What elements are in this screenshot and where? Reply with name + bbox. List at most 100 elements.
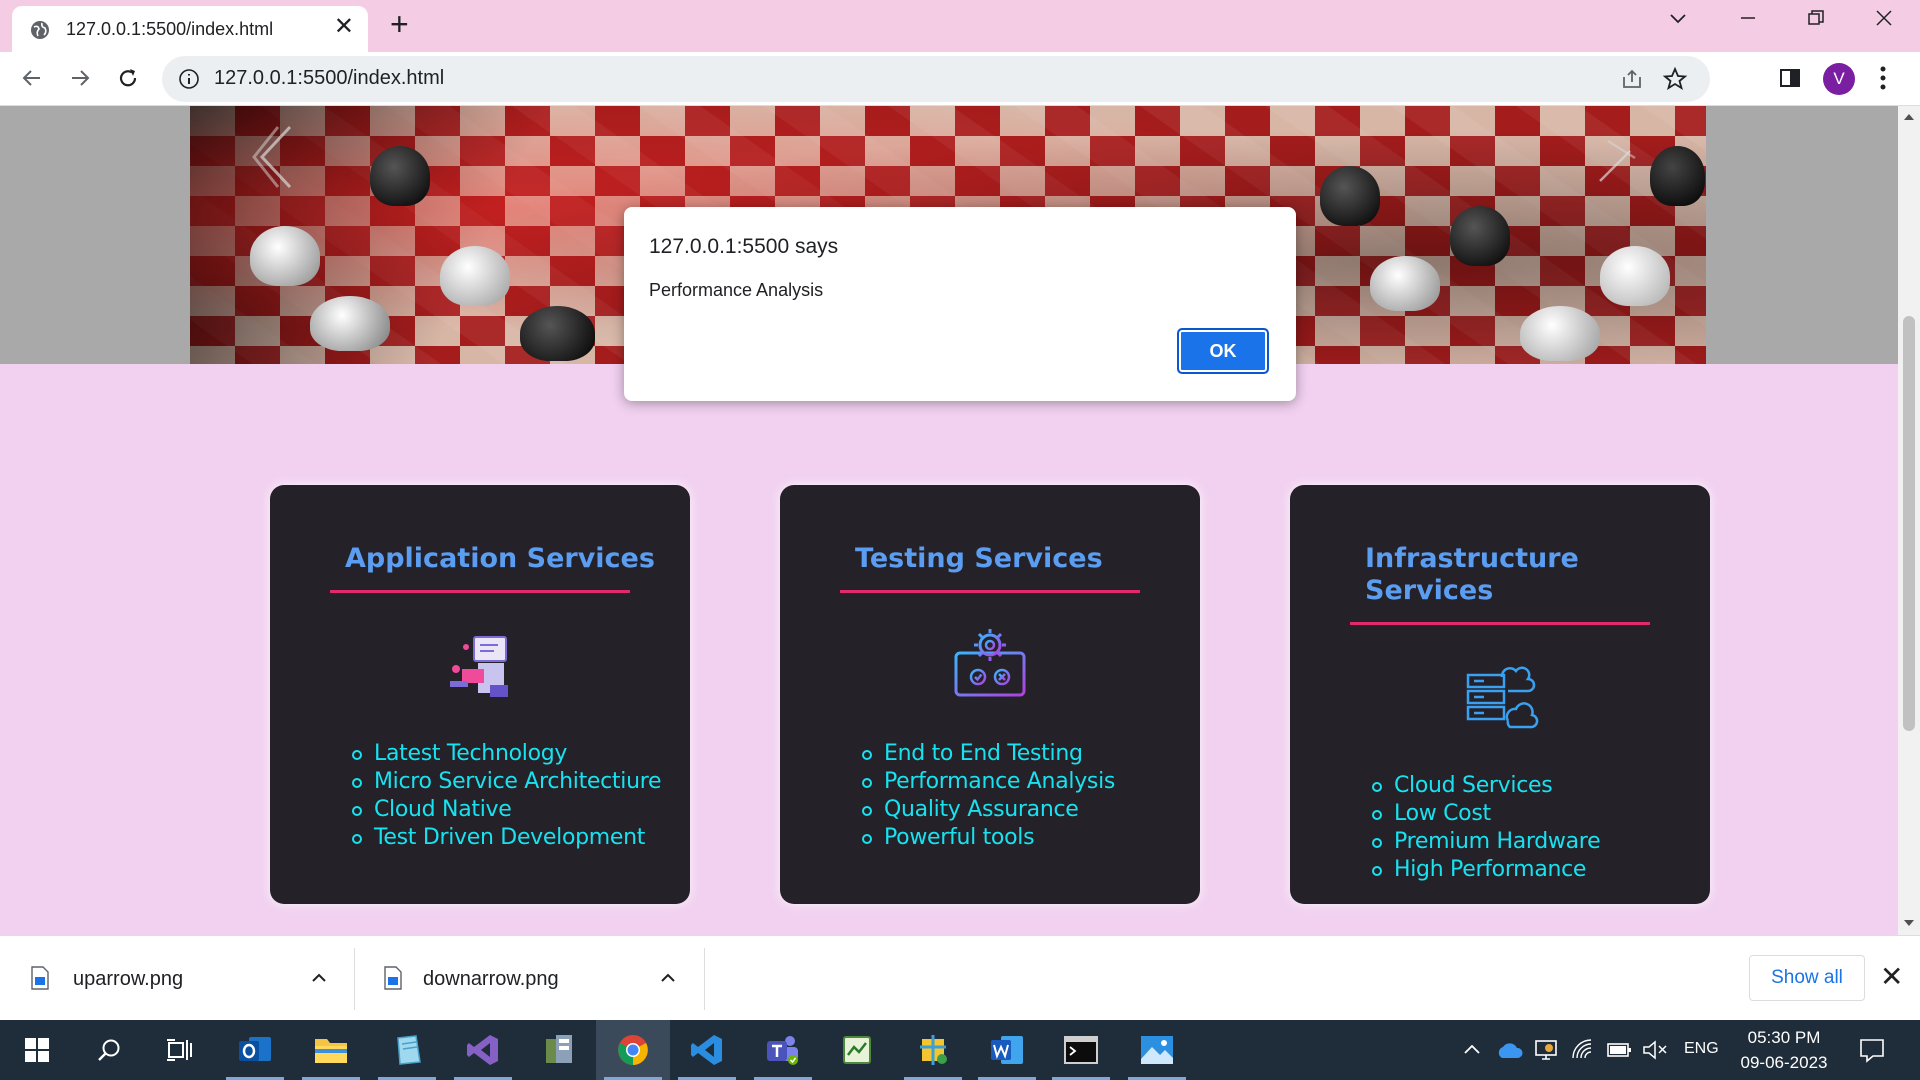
image-file-icon bbox=[31, 966, 49, 990]
dialog-message: Performance Analysis bbox=[649, 280, 824, 300]
scroll-down-arrow-icon[interactable] bbox=[1903, 918, 1915, 928]
terminal-icon[interactable] bbox=[1044, 1020, 1118, 1080]
download-filename: downarrow.png bbox=[423, 968, 559, 990]
visual-studio-icon[interactable] bbox=[446, 1020, 520, 1080]
minimize-icon[interactable] bbox=[1738, 8, 1758, 34]
restore-icon[interactable] bbox=[1806, 8, 1826, 34]
show-all-button[interactable]: Show all bbox=[1749, 955, 1865, 1001]
ok-button[interactable]: OK bbox=[1177, 328, 1269, 374]
clock-date: 09-06-2023 bbox=[1740, 1053, 1828, 1072]
chevron-up-icon[interactable] bbox=[659, 969, 677, 987]
carousel-prev-arrow-icon[interactable] bbox=[250, 122, 300, 192]
word-icon[interactable] bbox=[970, 1020, 1044, 1080]
card-underline bbox=[840, 590, 1140, 593]
tab-active[interactable]: 127.0.0.1:5500/index.html ✕ bbox=[12, 6, 368, 52]
tab-search-chevron-icon[interactable] bbox=[1668, 8, 1688, 34]
tab-title: 127.0.0.1:5500/index.html bbox=[66, 19, 274, 39]
scrollbar-thumb[interactable] bbox=[1903, 316, 1915, 731]
page-viewport: Application Services Latest Technology M… bbox=[0, 106, 1898, 935]
forward-icon[interactable] bbox=[64, 62, 96, 94]
site-info-icon[interactable] bbox=[178, 68, 200, 90]
app-icon-2[interactable] bbox=[820, 1020, 894, 1080]
card-underline bbox=[330, 590, 630, 593]
list-item: Powerful tools bbox=[861, 824, 1115, 852]
teams-icon[interactable] bbox=[746, 1020, 820, 1080]
download-item[interactable]: downarrow.png bbox=[355, 936, 705, 1021]
image-file-icon bbox=[384, 966, 402, 990]
clock-time: 05:30 PM bbox=[1747, 1028, 1821, 1047]
card-application-services: Application Services Latest Technology M… bbox=[270, 485, 690, 904]
app-icon[interactable] bbox=[522, 1020, 596, 1080]
developer-laptop-icon bbox=[450, 636, 508, 697]
card-title: Testing Services bbox=[855, 543, 1103, 574]
card-title: Infrastructure Services bbox=[1365, 543, 1579, 607]
card-infrastructure-services: Infrastructure Services Cloud Services L… bbox=[1290, 485, 1710, 904]
display-icon[interactable] bbox=[1534, 1038, 1558, 1062]
list-item: Performance Analysis bbox=[861, 769, 1116, 794]
windows-taskbar: ENG 05:30 PM 09-06-2023 bbox=[0, 1020, 1920, 1080]
share-icon[interactable] bbox=[1620, 67, 1644, 91]
new-tab-icon[interactable]: + bbox=[390, 8, 409, 40]
app-icon-3[interactable] bbox=[896, 1020, 970, 1080]
dialog-title: 127.0.0.1:5500 says bbox=[649, 235, 839, 258]
tab-strip: 127.0.0.1:5500/index.html ✕ + bbox=[0, 0, 1920, 52]
list-item: Low Cost bbox=[1371, 800, 1600, 828]
reload-icon[interactable] bbox=[112, 62, 144, 94]
back-icon[interactable] bbox=[16, 62, 48, 94]
language-indicator[interactable]: ENG bbox=[1684, 1040, 1719, 1058]
search-icon[interactable] bbox=[72, 1020, 146, 1080]
file-explorer-icon[interactable] bbox=[294, 1020, 368, 1080]
carousel-next-arrow-icon[interactable] bbox=[1590, 136, 1640, 186]
chrome-icon[interactable] bbox=[596, 1020, 670, 1080]
list-item: Cloud Native bbox=[351, 796, 661, 824]
card-feature-list: End to End Testing Performance Analysis … bbox=[861, 740, 1116, 852]
globe-icon bbox=[31, 21, 49, 39]
battery-icon[interactable] bbox=[1606, 1040, 1634, 1060]
list-item: Micro Service Architectiure bbox=[351, 769, 662, 794]
wifi-icon[interactable] bbox=[1570, 1038, 1596, 1062]
url-text: 127.0.0.1:5500/index.html bbox=[214, 67, 445, 89]
list-item: End to End Testing bbox=[861, 740, 1115, 768]
close-tab-icon[interactable]: ✕ bbox=[334, 15, 354, 39]
list-item: Cloud Services bbox=[1371, 772, 1600, 800]
close-window-icon[interactable] bbox=[1874, 8, 1894, 34]
close-downloads-icon[interactable]: ✕ bbox=[1880, 963, 1903, 991]
server-cloud-icon bbox=[1466, 666, 1539, 729]
system-clock[interactable]: 05:30 PM 09-06-2023 bbox=[1738, 1025, 1830, 1075]
show-hidden-icons-chevron-icon[interactable] bbox=[1462, 1042, 1482, 1056]
address-bar[interactable]: 127.0.0.1:5500/index.html bbox=[162, 56, 1710, 102]
download-filename: uparrow.png bbox=[73, 968, 184, 990]
onedrive-cloud-icon[interactable] bbox=[1496, 1040, 1524, 1060]
photos-icon[interactable] bbox=[1120, 1020, 1194, 1080]
scroll-up-arrow-icon[interactable] bbox=[1903, 112, 1915, 122]
task-view-icon[interactable] bbox=[142, 1020, 216, 1080]
notepad-icon[interactable] bbox=[370, 1020, 444, 1080]
list-item: Latest Technology bbox=[351, 740, 661, 768]
divider bbox=[704, 948, 705, 1010]
card-underline bbox=[1350, 622, 1650, 625]
alert-dialog: 127.0.0.1:5500 says Performance Analysis… bbox=[624, 207, 1296, 401]
chevron-up-icon[interactable] bbox=[310, 969, 328, 987]
side-panel-icon[interactable] bbox=[1778, 66, 1802, 90]
download-item[interactable]: uparrow.png bbox=[0, 936, 355, 1021]
card-title-line: Infrastructure bbox=[1365, 543, 1579, 574]
downloads-bar: uparrow.png downarrow.png Show all ✕ bbox=[0, 935, 1920, 1020]
card-testing-services: Testing Services End to End Testing Perf… bbox=[780, 485, 1200, 904]
list-item: Quality Assurance bbox=[861, 796, 1115, 824]
browser-window: 127.0.0.1:5500/index.html ✕ + 127.0.0.1:… bbox=[0, 0, 1920, 1080]
bookmark-star-icon[interactable] bbox=[1662, 66, 1688, 92]
more-menu-icon[interactable] bbox=[1878, 65, 1888, 91]
outlook-icon[interactable] bbox=[218, 1020, 292, 1080]
windows-start-icon[interactable] bbox=[0, 1020, 74, 1080]
gear-laptop-icon bbox=[952, 629, 1028, 699]
profile-avatar[interactable]: V bbox=[1823, 63, 1855, 95]
page-scrollbar[interactable] bbox=[1898, 106, 1920, 935]
card-feature-list: Latest Technology Micro Service Architec… bbox=[351, 740, 662, 852]
notifications-icon[interactable] bbox=[1858, 1036, 1886, 1064]
card-title: Application Services bbox=[345, 543, 655, 574]
browser-toolbar: 127.0.0.1:5500/index.html V bbox=[0, 52, 1920, 106]
speaker-muted-icon[interactable] bbox=[1642, 1039, 1668, 1061]
card-title-line: Services bbox=[1365, 575, 1494, 606]
list-item: Premium Hardware bbox=[1371, 829, 1601, 854]
vscode-icon[interactable] bbox=[670, 1020, 744, 1080]
